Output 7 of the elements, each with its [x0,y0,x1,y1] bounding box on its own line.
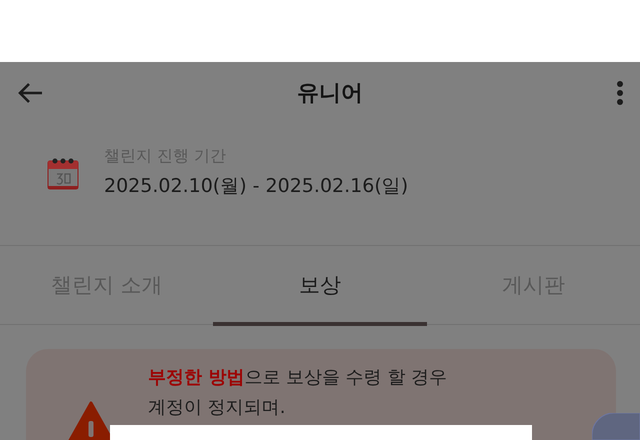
more-icon[interactable] [616,80,624,106]
tab[interactable]: 보상 [213,246,427,325]
warning-text: 부정한 방법으로 보상을 수령 할 경우 계정이 정지되며. [148,366,448,420]
back-icon[interactable] [16,81,44,105]
page-title: 유니어 [297,80,363,108]
calendar-icon [46,156,80,190]
period-dates: 2025.02.10(월) - 2025.02.16(일) [104,174,408,199]
